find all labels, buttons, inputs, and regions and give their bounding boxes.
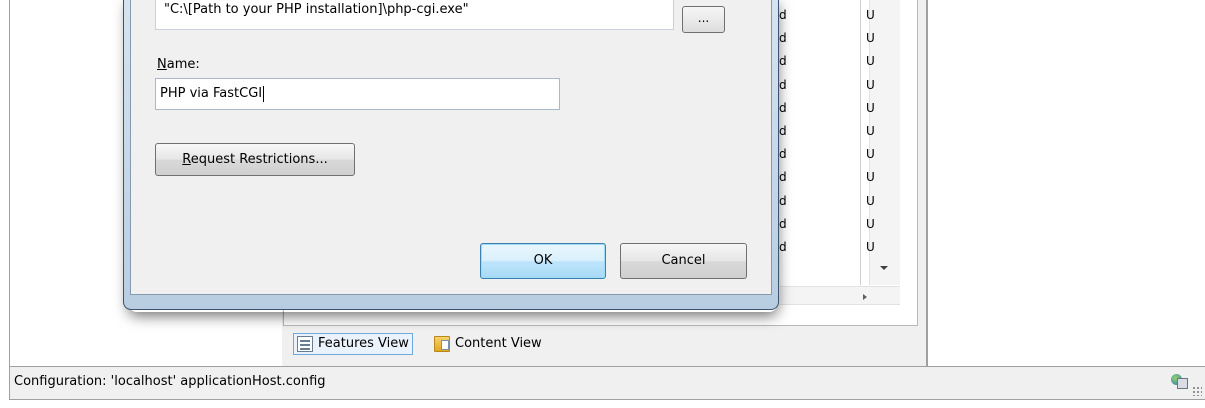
list-cell-fragment: d [779, 193, 787, 208]
status-text: Configuration: 'localhost' applicationHo… [14, 374, 326, 389]
list-cell-fragment: U [866, 124, 875, 138]
list-cell-fragment: U [866, 8, 875, 22]
request-restrictions-button[interactable]: Request Restrictions... [155, 143, 355, 176]
features-view-button[interactable]: Features View [293, 333, 413, 355]
horizontal-scrollbar[interactable] [780, 286, 900, 305]
list-cell-fragment: d [779, 147, 787, 162]
features-view-label: Features View [318, 336, 409, 351]
scroll-down-arrow-icon[interactable] [880, 266, 888, 270]
list-cell-fragment: d [779, 54, 787, 69]
list-cell-fragment: U [866, 170, 875, 185]
features-view-icon [297, 336, 313, 352]
cancel-button[interactable]: Cancel [620, 243, 747, 279]
list-cell-fragment: U [866, 31, 875, 46]
list-cell-fragment: U [866, 193, 875, 208]
request-restrictions-label: equest Restrictions... [190, 152, 328, 167]
name-input[interactable]: PHP via FastCGI [155, 78, 560, 110]
list-cell-fragment: U [866, 100, 875, 115]
network-status-icon [1171, 374, 1188, 389]
ok-button[interactable]: OK [480, 243, 606, 279]
browse-button[interactable]: ... [682, 6, 725, 33]
name-label: Name: [157, 57, 200, 72]
text-caret [263, 85, 265, 102]
column-separator [860, 0, 861, 285]
content-view-label: Content View [455, 336, 542, 351]
list-cell-fragment: U [866, 216, 875, 231]
request-restrictions-accelerator: R [182, 152, 191, 167]
list-cell-fragment: d [779, 216, 787, 231]
list-cell-fragment: d [779, 170, 787, 185]
executable-field[interactable]: "C:\[Path to your PHP installation]\php-… [155, 0, 674, 30]
content-view-button[interactable]: Content View [430, 333, 546, 355]
name-label-accelerator: N [157, 57, 167, 72]
list-cell-fragment: d [779, 100, 787, 115]
resize-grip-icon[interactable] [1192, 386, 1202, 396]
list-cell-fragment: U [866, 240, 875, 254]
list-cell-fragment: d [779, 77, 787, 92]
actions-pane [927, 0, 1205, 366]
content-view-icon [434, 336, 450, 352]
list-cell-fragment: U [866, 147, 875, 162]
scroll-right-arrow-icon[interactable] [863, 294, 867, 300]
list-cell-fragment: d [779, 31, 787, 46]
list-cell-fragment: d [779, 240, 787, 254]
list-cell-fragment: U [866, 54, 875, 69]
name-input-value: PHP via FastCGI [160, 86, 263, 101]
list-cell-fragment: U [866, 77, 875, 92]
list-cell-fragment: d [779, 8, 787, 22]
list-cell-fragment: d [779, 124, 787, 138]
name-label-text: ame: [166, 57, 200, 72]
